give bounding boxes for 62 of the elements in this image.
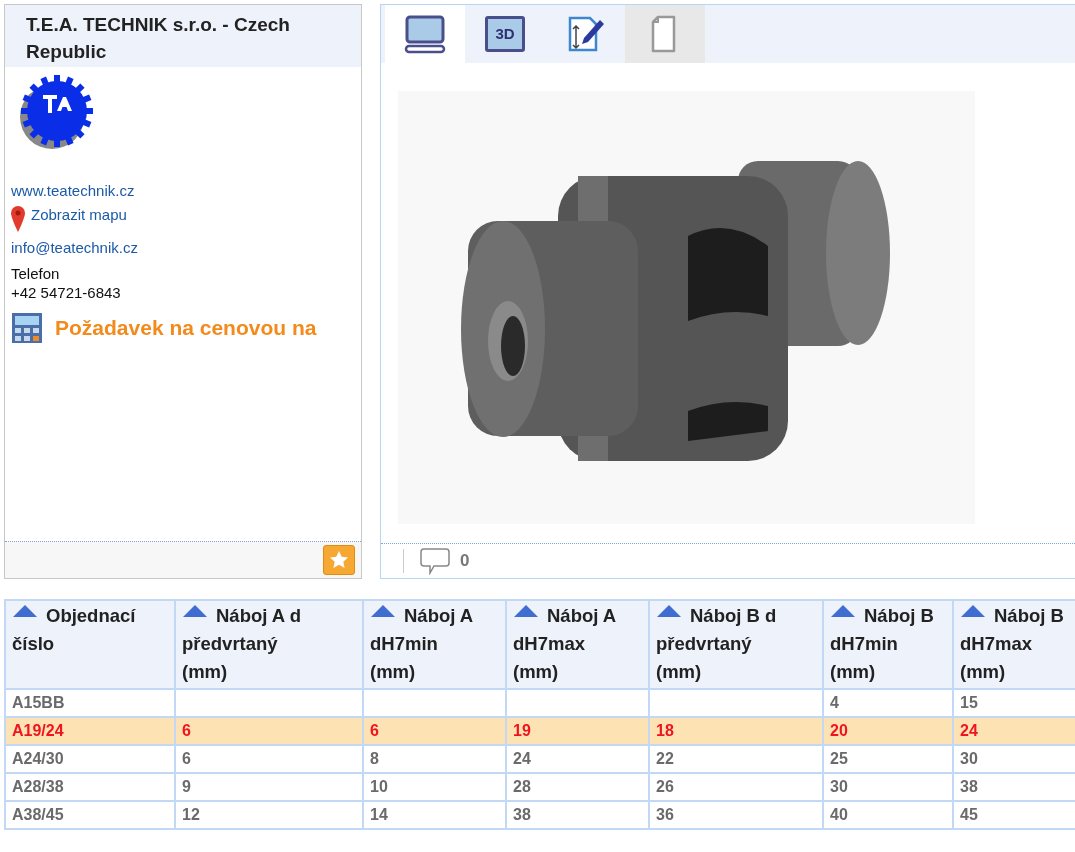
table-cell: 9 [182,778,191,795]
table-cell: 28 [513,778,531,795]
table-cell: 30 [830,778,848,795]
table-cell: 6 [182,722,191,739]
column-header[interactable]: Objednací číslo [5,600,175,689]
table-cell: 4 [830,694,839,711]
table-cell: 8 [370,750,379,767]
table-cell: A24/30 [12,750,64,767]
table-cell: 19 [513,722,531,739]
column-header[interactable]: Náboj A d předvrtaný (mm) [175,600,363,689]
map-pin-icon [11,206,25,232]
table-cell: 6 [182,750,191,767]
column-header[interactable]: Náboj A dH7max (mm) [506,600,649,689]
sort-icon[interactable] [960,604,986,618]
table-cell: 45 [960,806,978,823]
column-header[interactable]: Náboj B d předvrtaný (mm) [649,600,823,689]
comment-count: 0 [460,551,470,571]
table-cell: 30 [960,750,978,767]
sort-icon[interactable] [513,604,539,618]
email-link[interactable]: info@teatechnik.cz [11,239,138,256]
calculator-icon [11,312,43,344]
table-cell: 25 [830,750,848,767]
table-cell: A19/24 [12,722,64,739]
table-cell: 12 [182,806,200,823]
table-cell: 10 [370,778,388,795]
favorite-button[interactable] [323,545,355,575]
table-cell: A28/38 [12,778,64,795]
phone-label: Telefon [11,265,61,282]
screen-view-tab[interactable] [385,5,465,63]
table-cell: 26 [656,778,674,795]
phone-number: +42 54721-6843 [11,284,122,301]
comment-icon[interactable] [420,547,450,575]
table-cell: 20 [830,722,848,739]
sort-icon[interactable] [656,604,682,618]
sort-icon[interactable] [182,604,208,618]
table-cell: A15BB [12,694,65,711]
table-cell: 14 [370,806,388,823]
table-cell: 15 [960,694,978,711]
column-header[interactable]: Náboj A dH7min (mm) [363,600,506,689]
table-cell: 40 [830,806,848,823]
sort-icon[interactable] [830,604,856,618]
company-name: T.E.A. TECHNIK s.r.o. - Czech Republic [5,5,361,67]
map-link[interactable]: Zobrazit mapu [31,206,127,223]
table-row[interactable]: A38/45 12 14 38 36 40 45 [5,801,1075,829]
table-row[interactable]: A28/38 9 10 28 26 30 38 [5,773,1075,801]
monitor-icon[interactable] [404,14,446,54]
column-header[interactable]: Náboj B dH7min (mm) [823,600,953,689]
column-header[interactable]: Náboj B dH7max (mm) [953,600,1075,689]
table-cell: 18 [656,722,674,739]
table-cell: 38 [513,806,531,823]
table-cell: 36 [656,806,674,823]
table-cell: 6 [370,722,379,739]
website-link[interactable]: www.teatechnik.cz [11,182,135,199]
table-cell: 24 [513,750,531,767]
sort-icon[interactable] [370,604,396,618]
table-cell: 24 [960,722,978,739]
star-icon[interactable] [329,550,349,570]
sort-icon[interactable] [12,604,38,618]
table-cell: 38 [960,778,978,795]
table-cell: 22 [656,750,674,767]
table-cell: A38/45 [12,806,64,823]
table-row[interactable]: A24/30 6 8 24 22 25 30 [5,745,1075,773]
